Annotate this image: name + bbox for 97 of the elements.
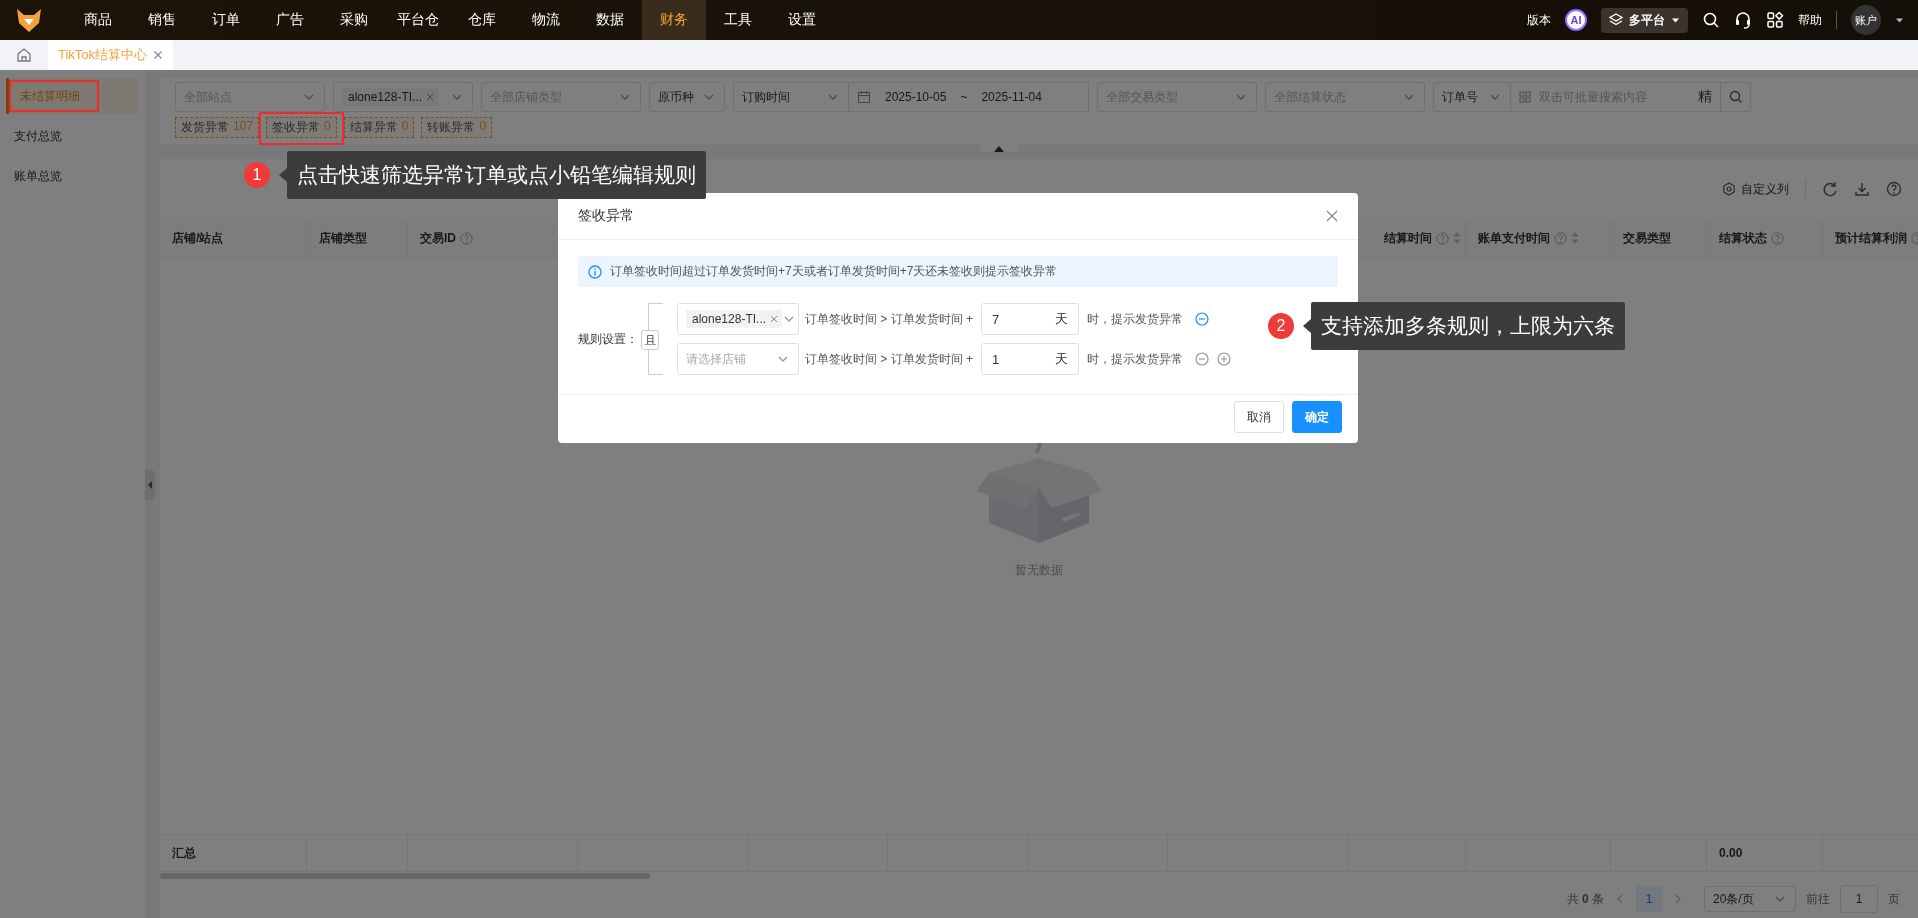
date-range-field[interactable]: 2025-10-05 ~ 2025-11-04 (849, 82, 1089, 112)
quick-filter-tag[interactable]: 发货异常 107 (175, 117, 260, 138)
summary-label: 汇总 (160, 835, 307, 871)
quick-filter-tag[interactable]: 转账异常 0 (421, 117, 493, 138)
refresh-icon[interactable] (1822, 181, 1838, 197)
version-link[interactable]: 版本 (1527, 11, 1551, 29)
column-header: 结算状态 (1719, 229, 1767, 247)
callout-tooltip: 支持添加多条规则，上限为六条 (1311, 302, 1625, 350)
days-field[interactable]: 7 天 (981, 303, 1080, 335)
column-header: 店铺类型 (319, 229, 367, 247)
search-icon (1728, 90, 1743, 104)
store-tag: alone128-TI... (686, 310, 783, 328)
scrollbar-thumb[interactable] (160, 873, 650, 879)
caret-icon (994, 146, 1004, 152)
cancel-button[interactable]: 取消 (1234, 401, 1284, 433)
page-number[interactable]: 1 (1636, 886, 1662, 912)
nav-menu-item[interactable]: 订单 (194, 0, 258, 40)
add-icon[interactable] (1217, 352, 1232, 366)
store-select[interactable]: 请选择店铺 (677, 343, 799, 375)
help-icon (1554, 231, 1567, 245)
confirm-button[interactable]: 确定 (1292, 401, 1342, 433)
logic-toggle[interactable]: 且 (641, 330, 659, 350)
rule-condition: 订单签收时间 > 订单发货时间 + (805, 310, 974, 328)
goto-label: 前往 (1806, 890, 1830, 908)
download-icon[interactable] (1854, 181, 1870, 197)
quick-filter-tag[interactable]: 签收异常 0 (266, 117, 337, 138)
nav-menu-item[interactable]: 设置 (770, 0, 834, 40)
callout-tooltip: 点击快速筛选异常订单或点小铅笔编辑规则 (287, 151, 706, 199)
nav-menu-item[interactable]: 数据 (578, 0, 642, 40)
collapse-tab[interactable] (979, 144, 1019, 152)
close-icon[interactable] (153, 50, 164, 60)
sidebar-item[interactable]: 账单总览 (0, 158, 145, 194)
goto-page-field[interactable]: 1 (1840, 885, 1878, 913)
column-header: 交易类型 (1623, 229, 1671, 247)
help-icon (1436, 231, 1449, 245)
calendar-icon (857, 90, 871, 104)
info-icon (588, 264, 602, 279)
column-header: 结算时间 (1384, 229, 1432, 247)
nav-menu-item[interactable]: 工具 (706, 0, 770, 40)
currency-select[interactable]: 原币种 (649, 82, 725, 112)
date-type-select[interactable]: 订购时间 (733, 82, 849, 112)
unit-label: 天 (1055, 310, 1069, 328)
goto-suffix: 页 (1888, 890, 1900, 908)
search-icon[interactable] (1702, 11, 1720, 29)
ai-button[interactable]: AI (1565, 9, 1587, 31)
rule-result: 时，提示发货异常 (1087, 350, 1184, 368)
headset-icon[interactable] (1734, 11, 1752, 29)
custom-columns-button[interactable]: 自定义列 (1722, 180, 1789, 198)
total-count: 共 0 条 (1566, 890, 1604, 908)
column-header: 预计结算利润 (1835, 229, 1907, 247)
nav-menu-item[interactable]: 销售 (130, 0, 194, 40)
callout-arrow (279, 168, 287, 182)
nav-menu-item[interactable]: 采购 (322, 0, 386, 40)
nav-menu-item[interactable]: 商品 (66, 0, 130, 40)
store-select[interactable]: alone128-TI... (677, 303, 799, 335)
close-icon[interactable] (770, 315, 779, 323)
store-tag: alone128-TI... (342, 88, 439, 106)
unit-label: 天 (1055, 350, 1069, 368)
help-icon (460, 231, 473, 245)
column-header: 交易ID (420, 229, 456, 247)
rule-label: 规则设置： (578, 330, 639, 348)
help-icon (1771, 231, 1784, 245)
callout-arrow (1303, 319, 1311, 333)
nav-menu-item[interactable]: 平台仓 (386, 0, 450, 40)
grid-icon (1519, 91, 1531, 103)
settings-icon (1722, 182, 1736, 196)
page-size-select[interactable]: 20条/页 (1704, 886, 1796, 912)
nav-menu-item[interactable]: 仓库 (450, 0, 514, 40)
close-icon[interactable] (426, 93, 435, 101)
dialog-title: 签收异常 (578, 207, 634, 225)
nav-menu-item[interactable]: 物流 (514, 0, 578, 40)
column-header: 账单支付时间 (1478, 229, 1550, 247)
quick-filter-tag[interactable]: 结算异常 0 (343, 117, 415, 138)
days-field[interactable]: 1 天 (981, 343, 1080, 375)
rule-result: 时，提示发货异常 (1087, 310, 1184, 328)
help-link[interactable]: 帮助 (1798, 11, 1822, 29)
nav-menu-item[interactable]: 财务 (642, 0, 706, 40)
collapse-handle[interactable] (145, 470, 155, 500)
rule-condition: 订单签收时间 > 订单发货时间 + (805, 350, 974, 368)
home-icon[interactable] (16, 47, 32, 63)
search-type-select[interactable]: 订单号 (1433, 82, 1511, 112)
column-header: 店铺/站点 (172, 229, 224, 247)
close-icon[interactable] (1326, 210, 1338, 222)
exact-match-toggle[interactable]: 精 (1698, 88, 1712, 106)
platform-dropdown[interactable]: 多平台 (1601, 7, 1688, 33)
store-select[interactable]: alone128-TI... (333, 82, 473, 112)
nav-menu-item[interactable]: 广告 (258, 0, 322, 40)
account-avatar[interactable]: 账户 (1851, 5, 1881, 35)
summary-total: 0.00 (1707, 835, 1823, 871)
remove-icon[interactable] (1195, 312, 1210, 326)
info-text: 订单签收时间超过订单发货时间+7天或者订单发货时间+7天还未签收则提示签收异常 (610, 263, 1058, 280)
apps-icon[interactable] (1766, 11, 1784, 29)
search-button[interactable] (1721, 82, 1751, 112)
sidebar-item[interactable]: 支付总览 (0, 118, 145, 154)
help-icon[interactable] (1886, 181, 1902, 197)
layers-icon (1609, 13, 1623, 27)
remove-icon[interactable] (1195, 352, 1210, 366)
